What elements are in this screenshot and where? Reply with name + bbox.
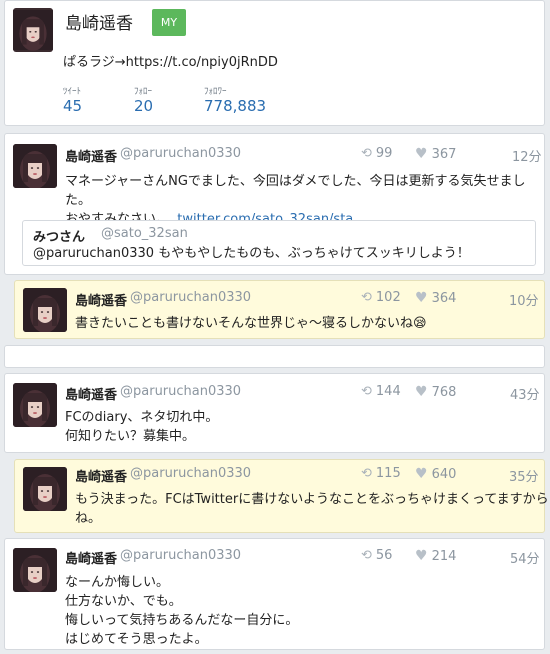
retweet-count[interactable]: ⟲ 56 bbox=[361, 548, 392, 563]
stat-following-value[interactable]: 20 bbox=[134, 97, 153, 115]
profile-avatar[interactable] bbox=[13, 8, 53, 52]
heart-icon: ♥ bbox=[415, 290, 428, 306]
tweet-text: 書きたいことも書けないそんな世界じゃ〜寝るしかないね😪 bbox=[75, 316, 427, 331]
empty-card bbox=[4, 345, 545, 368]
tweet-text: FCのdiary、ネタ切れ中。 何知りたい？募集中。 bbox=[65, 408, 218, 446]
tweet-avatar[interactable] bbox=[23, 288, 67, 332]
tweet-author-handle[interactable]: @paruruchan0330 bbox=[120, 548, 241, 563]
like-count[interactable]: ♥ 640 bbox=[415, 466, 456, 482]
like-value: 214 bbox=[431, 548, 457, 564]
profile-bio: ぱるラジ→https://t.co/npiy0jRnDD bbox=[63, 55, 278, 70]
like-count[interactable]: ♥ 214 bbox=[415, 548, 456, 564]
tweet-line: ね。 bbox=[75, 511, 102, 526]
quote-author-name[interactable]: みつさん bbox=[33, 226, 85, 245]
my-badge[interactable]: MY bbox=[152, 9, 186, 36]
tweet-avatar[interactable] bbox=[13, 383, 57, 427]
stat-followers-value[interactable]: 778,883 bbox=[204, 97, 266, 115]
heart-icon: ♥ bbox=[415, 146, 428, 162]
like-count[interactable]: ♥ 364 bbox=[415, 290, 456, 306]
stat-tweets-value[interactable]: 45 bbox=[63, 97, 82, 115]
tweet-author-name[interactable]: 島崎遥香 bbox=[75, 290, 127, 309]
retweet-icon: ⟲ bbox=[361, 548, 372, 563]
quote-text: @paruruchan0330 もやもやしたものも、ぶっちゃけてスッキリしよう！ bbox=[33, 246, 470, 261]
tweet-line: はじめてそう思ったよ。 bbox=[65, 632, 208, 647]
retweet-value: 99 bbox=[375, 146, 393, 161]
tweet-card[interactable]: 島崎遥香 @paruruchan0330 ⟲ 102 ♥ 364 10分 書きたいこ… bbox=[14, 280, 545, 339]
heart-icon: ♥ bbox=[415, 466, 428, 482]
tweet-author-handle[interactable]: @paruruchan0330 bbox=[130, 466, 251, 481]
retweet-icon: ⟲ bbox=[361, 290, 372, 305]
tweet-time[interactable]: 35分 bbox=[509, 466, 539, 485]
tweet-line: もう決まった。FCはTwitterに書けないようなことをぶっちゃけまくってますか… bbox=[75, 492, 549, 507]
like-count[interactable]: ♥ 768 bbox=[415, 384, 456, 400]
tweet-card[interactable]: 島崎遥香 @paruruchan0330 ⟲ 115 ♥ 640 35分 もう決まっ… bbox=[14, 459, 549, 533]
tweet-line: FCのdiary、ネタ切れ中。 bbox=[65, 410, 219, 425]
stat-following-label: ﾌｫﾛｰ bbox=[134, 87, 153, 97]
tweet-card[interactable]: 島崎遥香 @paruruchan0330 ⟲ 99 ♥ 367 12分 マネージャー… bbox=[4, 133, 545, 275]
tweet-time[interactable]: 54分 bbox=[510, 548, 540, 567]
tweet-line: なーんか悔しい。 bbox=[65, 575, 170, 590]
tweet-time[interactable]: 12分 bbox=[512, 146, 542, 165]
tweet-time[interactable]: 10分 bbox=[509, 290, 539, 309]
tweet-avatar[interactable] bbox=[23, 467, 67, 511]
profile-card: 島崎遥香 MY ぱるラジ→https://t.co/npiy0jRnDD ﾂｲｰ… bbox=[4, 0, 545, 126]
tweet-author-name[interactable]: 島崎遥香 bbox=[75, 466, 127, 485]
retweet-icon: ⟲ bbox=[361, 466, 372, 481]
tweet-author-handle[interactable]: @paruruchan0330 bbox=[120, 146, 241, 161]
tweet-line: マネージャーさんNGでました、今回はダメでした、今日は更新する気失せました。 bbox=[65, 174, 526, 208]
tweet-line: 悔しいって気持ちあるんだなー自分に。 bbox=[65, 613, 299, 628]
tweet-text: なーんか悔しい。 仕方ないか、でも。 悔しいって気持ちあるんだなー自分に。 はじ… bbox=[65, 573, 298, 649]
quoted-tweet[interactable]: みつさん @sato_32san @paruruchan0330 もやもやしたも… bbox=[22, 220, 536, 266]
heart-icon: ♥ bbox=[415, 384, 428, 400]
stat-tweets-label: ﾂｲｰﾄ bbox=[63, 87, 82, 97]
like-value: 640 bbox=[431, 466, 457, 482]
like-count[interactable]: ♥ 367 bbox=[415, 146, 456, 162]
retweet-count[interactable]: ⟲ 102 bbox=[361, 290, 401, 305]
profile-name: 島崎遥香 bbox=[65, 14, 133, 34]
quote-author-handle[interactable]: @sato_32san bbox=[101, 226, 188, 241]
tweet-author-name[interactable]: 島崎遥香 bbox=[65, 146, 117, 165]
retweet-value: 102 bbox=[375, 290, 401, 305]
tweet-avatar[interactable] bbox=[13, 144, 57, 188]
retweet-count[interactable]: ⟲ 144 bbox=[361, 384, 401, 399]
retweet-value: 56 bbox=[375, 548, 393, 563]
tweet-card[interactable]: 島崎遥香 @paruruchan0330 ⟲ 144 ♥ 768 43分 FCのdi… bbox=[4, 373, 545, 453]
retweet-count[interactable]: ⟲ 99 bbox=[361, 146, 392, 161]
stat-followers-label: ﾌｫﾛﾜｰ bbox=[204, 87, 227, 97]
tweet-time[interactable]: 43分 bbox=[510, 384, 540, 403]
tweet-line: 仕方ないか、でも。 bbox=[65, 594, 182, 609]
retweet-value: 144 bbox=[375, 384, 401, 399]
retweet-icon: ⟲ bbox=[361, 146, 372, 161]
like-value: 367 bbox=[431, 146, 457, 162]
retweet-icon: ⟲ bbox=[361, 384, 372, 399]
tweet-author-handle[interactable]: @paruruchan0330 bbox=[130, 290, 251, 305]
retweet-value: 115 bbox=[375, 466, 401, 481]
tweet-line: 何知りたい？募集中。 bbox=[65, 429, 196, 444]
tweet-author-name[interactable]: 島崎遥香 bbox=[65, 384, 117, 403]
retweet-count[interactable]: ⟲ 115 bbox=[361, 466, 401, 481]
tweet-card[interactable]: 島崎遥香 @paruruchan0330 ⟲ 56 ♥ 214 54分 なーんか悔し… bbox=[4, 538, 545, 650]
tweet-text: もう決まった。FCはTwitterに書けないようなことをぶっちゃけまくってますか… bbox=[75, 490, 549, 528]
heart-icon: ♥ bbox=[415, 548, 428, 564]
like-value: 768 bbox=[431, 384, 457, 400]
tweet-author-name[interactable]: 島崎遥香 bbox=[65, 548, 117, 567]
tweet-avatar[interactable] bbox=[13, 548, 57, 592]
like-value: 364 bbox=[431, 290, 457, 306]
tweet-author-handle[interactable]: @paruruchan0330 bbox=[120, 384, 241, 399]
